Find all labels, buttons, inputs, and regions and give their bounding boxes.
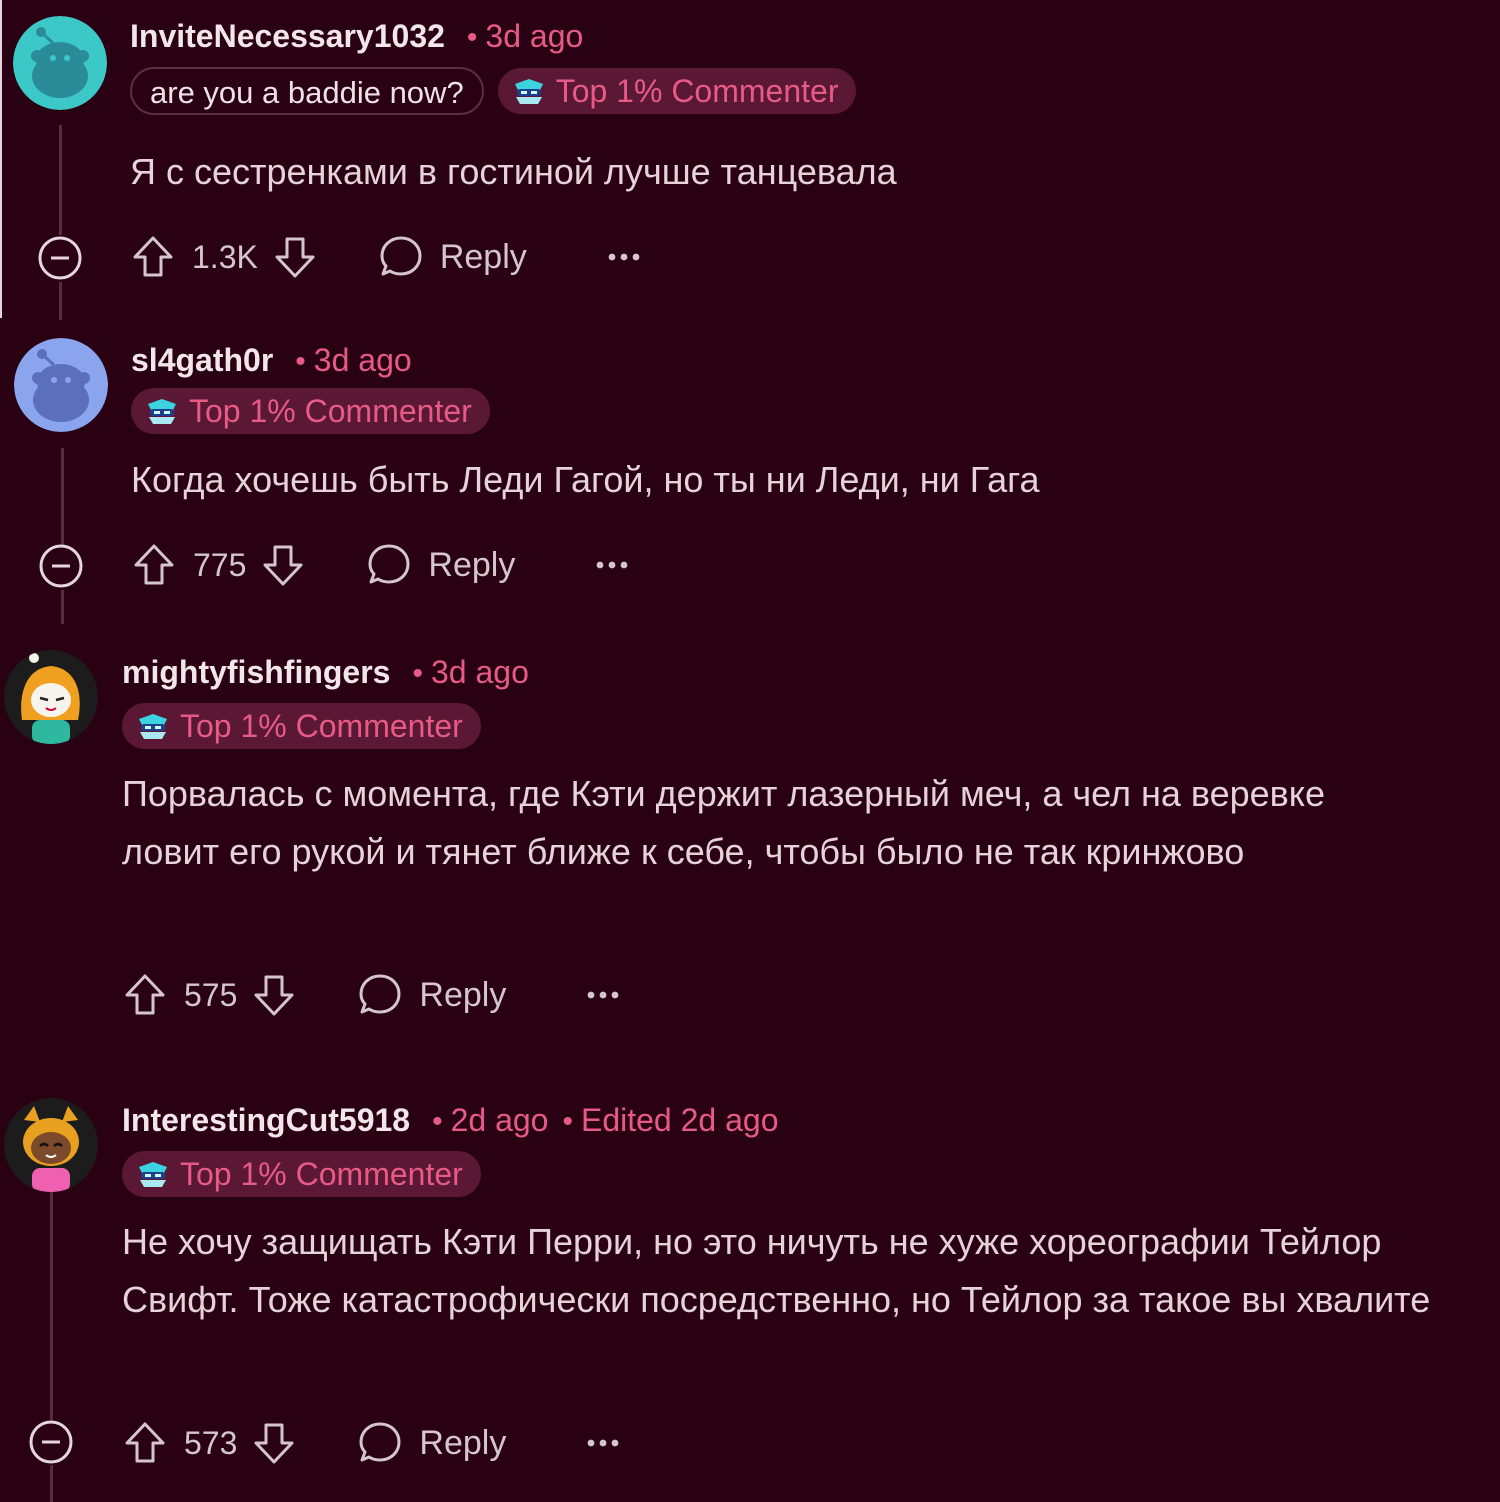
action-bar: 573 Reply bbox=[122, 1418, 620, 1468]
separator-dot: • bbox=[432, 1105, 443, 1138]
action-bar: 575 Reply bbox=[122, 970, 620, 1020]
user-flair: are you a baddie now? bbox=[130, 67, 484, 115]
reply-label: Reply bbox=[419, 1423, 507, 1462]
top-commenter-badge[interactable]: Top 1% Commenter bbox=[131, 388, 490, 434]
separator-dot: • bbox=[562, 1105, 573, 1138]
thread-line bbox=[50, 1465, 53, 1502]
comment-text: Не хочу защищать Кэти Перри, но это ничу… bbox=[122, 1221, 1431, 1320]
comment-header: InterestingCut5918 • 2d ago • Edited 2d … bbox=[122, 1102, 778, 1139]
comment-icon bbox=[378, 234, 424, 280]
comment-text: Порвалась с момента, где Кэти держит лаз… bbox=[122, 773, 1325, 872]
top-commenter-badge[interactable]: Top 1% Commenter bbox=[497, 68, 857, 114]
comment-icon bbox=[357, 972, 403, 1018]
timestamp[interactable]: 2d ago bbox=[451, 1102, 549, 1139]
collapse-icon[interactable] bbox=[38, 543, 84, 589]
upvote-icon[interactable] bbox=[122, 1420, 168, 1466]
edited-timestamp: Edited 2d ago bbox=[580, 1102, 779, 1138]
vote-score: 573 bbox=[184, 1424, 238, 1461]
downvote-icon[interactable] bbox=[260, 542, 306, 588]
timestamp[interactable]: 3d ago bbox=[485, 18, 583, 55]
comment-header: mightyfishfingers • 3d ago bbox=[122, 654, 529, 691]
username[interactable]: InterestingCut5918 bbox=[122, 1102, 410, 1139]
badge-icon bbox=[136, 1159, 170, 1189]
timestamp[interactable]: 3d ago bbox=[431, 654, 529, 691]
left-border bbox=[0, 0, 2, 318]
comment: InterestingCut5918 • 2d ago • Edited 2d … bbox=[0, 1080, 1500, 1502]
flair-row: Top 1% Commenter bbox=[122, 703, 481, 749]
reply-label: Reply bbox=[439, 237, 527, 276]
downvote-icon[interactable] bbox=[272, 234, 318, 280]
username[interactable]: sl4gath0r bbox=[131, 342, 273, 379]
reply-button[interactable]: Reply bbox=[378, 234, 527, 280]
avatar[interactable] bbox=[4, 650, 98, 744]
badge-icon bbox=[136, 711, 170, 741]
comment-text: Когда хочешь быть Леди Гагой, но ты ни Л… bbox=[131, 459, 1040, 500]
badge-label: Top 1% Commenter bbox=[180, 707, 463, 744]
more-icon[interactable] bbox=[595, 560, 629, 570]
top-commenter-badge[interactable]: Top 1% Commenter bbox=[122, 1151, 481, 1197]
comment: InviteNecessary1032 • 3d ago are you a b… bbox=[0, 0, 1500, 320]
comment-icon bbox=[366, 542, 412, 588]
avatar[interactable] bbox=[14, 338, 108, 432]
comment: mightyfishfingers • 3d ago Top 1% Commen… bbox=[0, 630, 1500, 1060]
reply-button[interactable]: Reply bbox=[357, 1420, 506, 1466]
timestamp[interactable]: 3d ago bbox=[314, 342, 412, 379]
badge-icon bbox=[512, 76, 546, 106]
thread-line bbox=[59, 282, 62, 320]
collapse-icon[interactable] bbox=[28, 1419, 74, 1465]
comment: sl4gath0r • 3d ago Top 1% Commenter Когд… bbox=[0, 320, 1500, 630]
username[interactable]: mightyfishfingers bbox=[122, 654, 390, 691]
reply-label: Reply bbox=[419, 975, 507, 1014]
vote-score: 1.3K bbox=[192, 238, 258, 275]
downvote-icon[interactable] bbox=[251, 972, 297, 1018]
comment-text: Я с сестренками в гостиной лучше танцева… bbox=[130, 151, 897, 192]
comment-icon bbox=[357, 1420, 403, 1466]
upvote-icon[interactable] bbox=[130, 234, 176, 280]
action-bar: 1.3K Reply bbox=[130, 232, 641, 282]
collapse-icon[interactable] bbox=[37, 235, 83, 281]
badge-label: Top 1% Commenter bbox=[180, 1155, 463, 1192]
upvote-icon[interactable] bbox=[122, 972, 168, 1018]
reply-button[interactable]: Reply bbox=[366, 542, 515, 588]
avatar[interactable] bbox=[4, 1098, 98, 1192]
avatar[interactable] bbox=[13, 16, 107, 110]
downvote-icon[interactable] bbox=[251, 1420, 297, 1466]
badge-label: Top 1% Commenter bbox=[555, 72, 839, 109]
more-icon[interactable] bbox=[586, 1438, 620, 1448]
more-icon[interactable] bbox=[586, 990, 620, 1000]
username[interactable]: InviteNecessary1032 bbox=[130, 18, 445, 55]
thread-line bbox=[50, 1192, 53, 1420]
flair-row: Top 1% Commenter bbox=[122, 1151, 481, 1197]
comment-header: InviteNecessary1032 • 3d ago bbox=[130, 18, 583, 55]
separator-dot: • bbox=[466, 21, 478, 54]
flair-row: are you a baddie now? Top 1% Commenter bbox=[130, 67, 857, 115]
comment-header: sl4gath0r • 3d ago bbox=[131, 342, 412, 379]
thread-line bbox=[61, 590, 64, 624]
badge-label: Top 1% Commenter bbox=[189, 392, 472, 429]
top-commenter-badge[interactable]: Top 1% Commenter bbox=[122, 703, 481, 749]
reply-label: Reply bbox=[428, 545, 516, 584]
more-icon[interactable] bbox=[607, 252, 641, 262]
vote-score: 775 bbox=[193, 546, 247, 583]
flair-row: Top 1% Commenter bbox=[131, 388, 490, 434]
vote-score: 575 bbox=[184, 976, 238, 1013]
thread-line bbox=[59, 125, 62, 235]
separator-dot: • bbox=[295, 345, 306, 378]
separator-dot: • bbox=[412, 657, 423, 690]
upvote-icon[interactable] bbox=[131, 542, 177, 588]
reply-button[interactable]: Reply bbox=[357, 972, 506, 1018]
action-bar: 775 Reply bbox=[131, 540, 629, 590]
badge-icon bbox=[145, 396, 179, 426]
